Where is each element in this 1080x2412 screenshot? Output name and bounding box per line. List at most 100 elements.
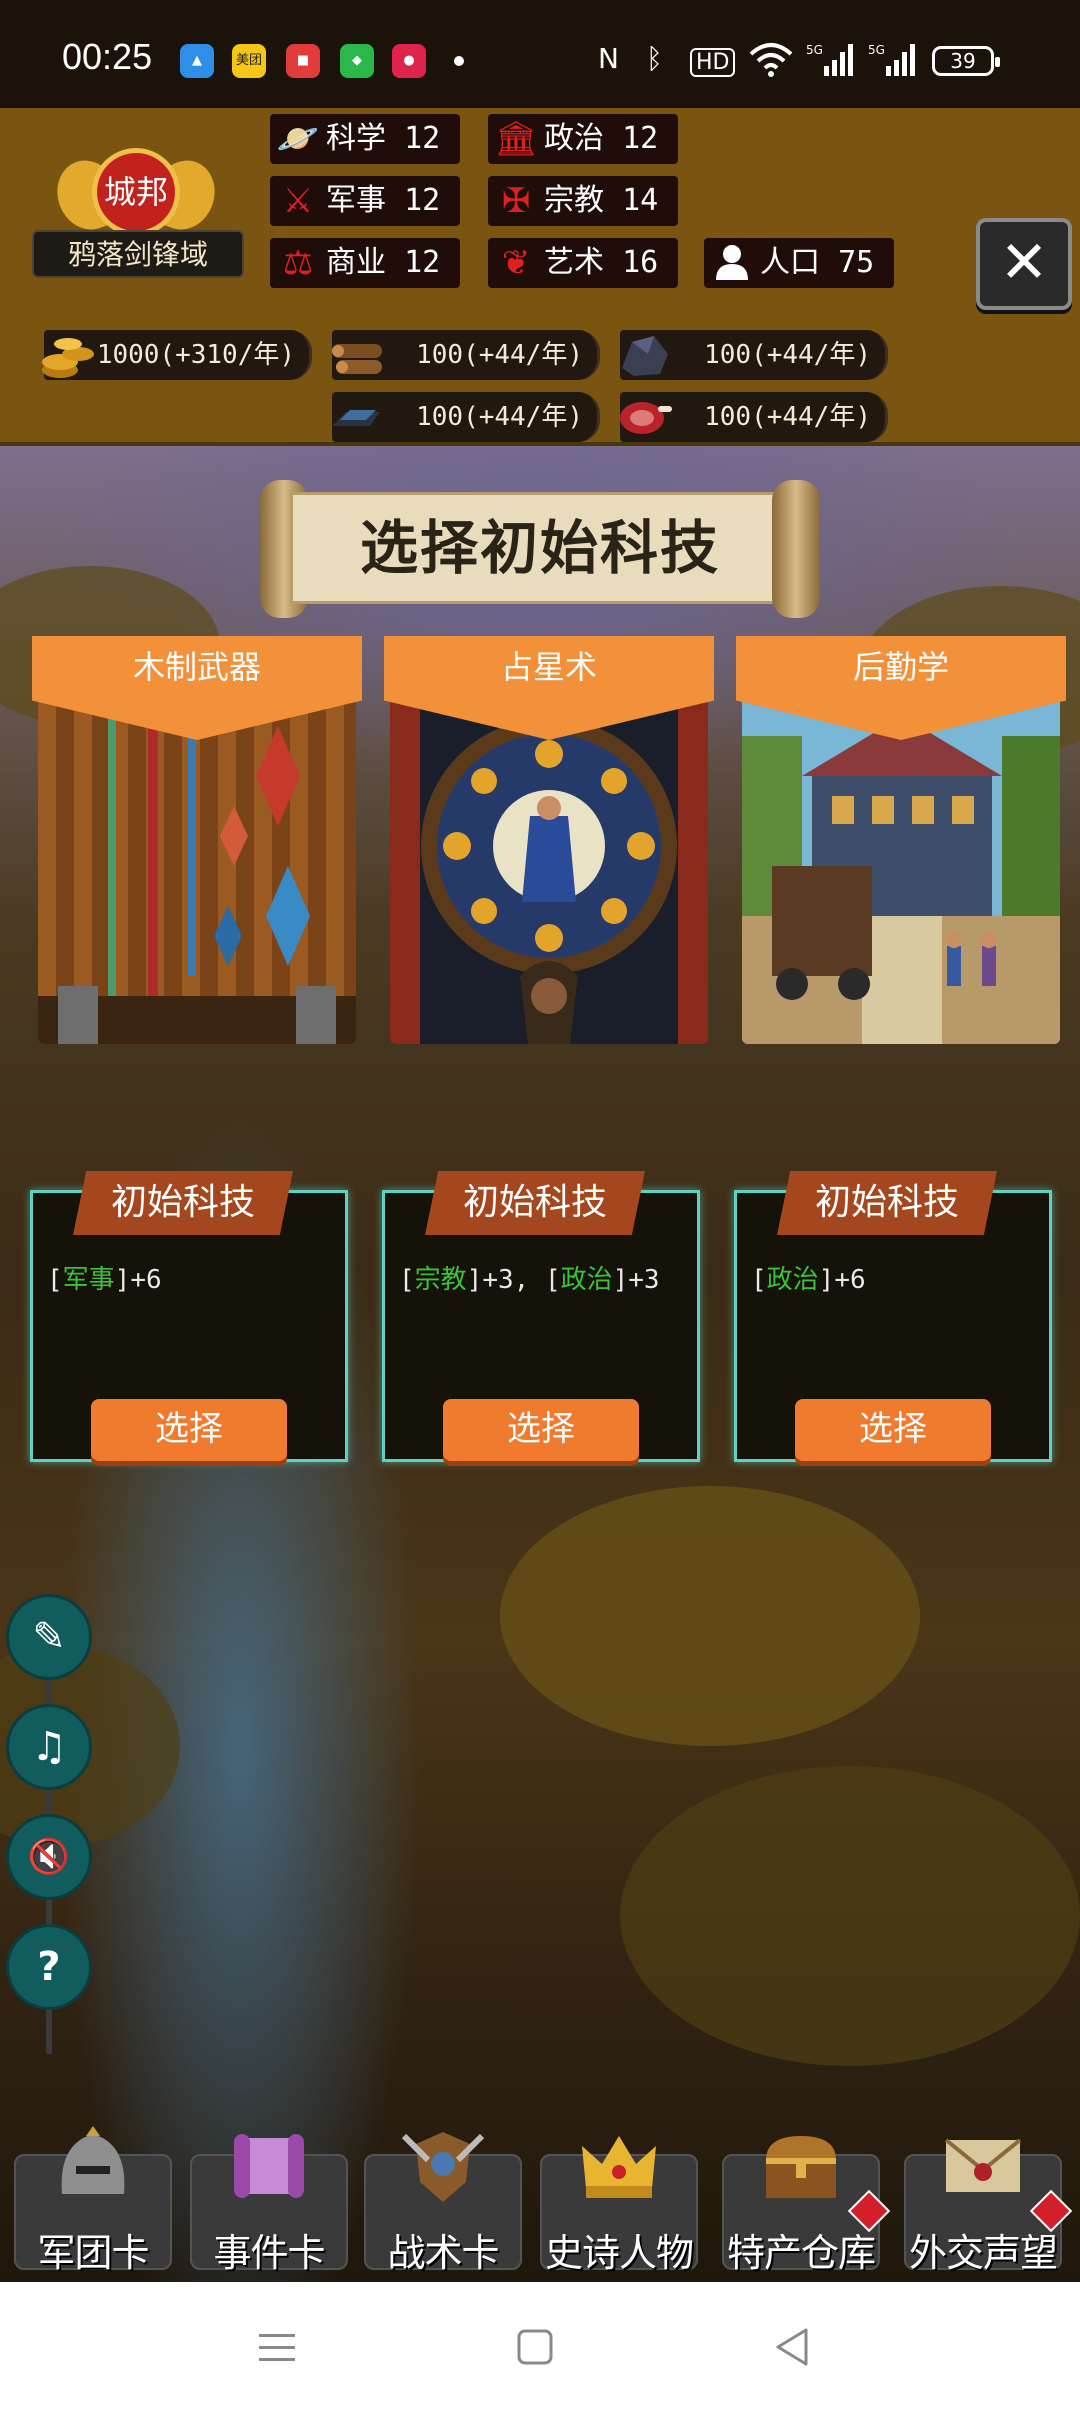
resource-value: 100(+44/年) bbox=[416, 402, 583, 432]
meituan-icon: 美团 bbox=[232, 44, 266, 78]
city-badge: 城邦 bbox=[47, 138, 225, 244]
scroll-quill-button[interactable]: ✎ bbox=[6, 1594, 92, 1680]
city-name: 鸦落剑锋域 bbox=[32, 230, 244, 278]
helmet-icon bbox=[48, 2124, 138, 2210]
shield-app-icon: ◆ bbox=[340, 44, 374, 78]
dock-label: 事件卡 bbox=[213, 2231, 325, 2275]
resource-value: 100(+44/年) bbox=[416, 340, 583, 370]
person-icon bbox=[710, 242, 754, 284]
tech-card-wooden-weapons[interactable]: 木制武器 bbox=[32, 636, 362, 1044]
planet-icon: 🪐 bbox=[276, 119, 320, 159]
stat-military: ⚔ 军事 12 bbox=[270, 176, 460, 226]
dock-diplomatic-prestige[interactable]: 外交声望 bbox=[904, 2124, 1073, 2275]
select-button[interactable]: 选择 bbox=[795, 1399, 991, 1461]
stat-value: 14 bbox=[622, 183, 659, 218]
stat-politics: 🏛 政治 12 bbox=[488, 114, 678, 164]
tech-card-astrology[interactable]: 占星术 bbox=[384, 636, 714, 1044]
effect-text: ]+6 bbox=[818, 1265, 866, 1295]
music-off-button[interactable]: ♫ bbox=[6, 1704, 92, 1790]
scenery bbox=[620, 1766, 1080, 2066]
stat-population: 人口 75 bbox=[704, 238, 894, 288]
tech-effect: [军事]+6 bbox=[47, 1259, 162, 1296]
stat-label: 政治 bbox=[544, 121, 604, 156]
crown-icon bbox=[574, 2124, 664, 2210]
tech-effect: [宗教]+3, [政治]+3 bbox=[399, 1259, 660, 1296]
sound-off-button[interactable]: 🔇 bbox=[6, 1814, 92, 1900]
select-button[interactable]: 选择 bbox=[91, 1399, 287, 1461]
effect-text: [ bbox=[399, 1265, 415, 1295]
dock-label: 战术卡 bbox=[387, 2231, 499, 2275]
logistics-art bbox=[742, 696, 1060, 1044]
sound-off-icon: 🔇 bbox=[27, 1837, 71, 1877]
scroll-quill-icon: ✎ bbox=[32, 1614, 66, 1660]
treasure-chest-icon bbox=[756, 2124, 846, 2210]
stat-value: 12 bbox=[622, 121, 659, 156]
dock-label: 特产仓库 bbox=[726, 2231, 876, 2275]
card-name: 占星术 bbox=[500, 648, 597, 686]
cross-icon: ✠ bbox=[501, 181, 531, 221]
stat-label: 艺术 bbox=[544, 245, 604, 280]
resource-value: 100(+44/年) bbox=[704, 402, 871, 432]
initial-tech-tag: 初始科技 bbox=[425, 1171, 645, 1235]
effect-text: [ bbox=[751, 1265, 767, 1295]
gold-coins-icon bbox=[38, 324, 100, 384]
back-icon[interactable] bbox=[758, 2312, 828, 2382]
wifi-icon bbox=[748, 42, 794, 85]
signal-5g-icon-2: 5G bbox=[868, 42, 916, 85]
effect-attribute: 宗教 bbox=[414, 1265, 467, 1295]
scenery bbox=[500, 1486, 920, 1746]
stone-ore-icon bbox=[614, 324, 676, 384]
effect-text: ]+3 bbox=[612, 1265, 660, 1295]
menu-icon[interactable] bbox=[242, 2312, 312, 2382]
dock-specialty-warehouse[interactable]: 特产仓库 bbox=[722, 2124, 891, 2275]
dock-epic-characters[interactable]: 史诗人物 bbox=[540, 2124, 698, 2275]
resource-value: 1000(+310/年) bbox=[96, 340, 295, 370]
effect-attribute: 政治 bbox=[560, 1265, 613, 1295]
wooden-weapons-art bbox=[38, 696, 356, 1044]
stat-value: 12 bbox=[404, 121, 441, 156]
panel-title: 选择初始科技 bbox=[290, 492, 790, 604]
initial-tech-tag: 初始科技 bbox=[777, 1171, 997, 1235]
effect-attribute: 军事 bbox=[62, 1265, 115, 1295]
astrology-art bbox=[390, 696, 708, 1044]
system-nav-bar bbox=[0, 2282, 1080, 2412]
dock-label: 军团卡 bbox=[37, 2231, 149, 2275]
wood-logs-icon bbox=[326, 324, 388, 384]
tech-card-logistics[interactable]: 后勤学 bbox=[736, 636, 1066, 1044]
dock-tactic-cards[interactable]: 战术卡 bbox=[364, 2124, 522, 2275]
effect-attribute: 政治 bbox=[766, 1265, 819, 1295]
stat-religion: ✠ 宗教 14 bbox=[488, 176, 678, 226]
scroll-roll-right bbox=[772, 480, 820, 618]
tech-effect: [政治]+6 bbox=[751, 1259, 866, 1296]
dock-legion-cards[interactable]: 军团卡 bbox=[14, 2124, 172, 2275]
resource-value: 100(+44/年) bbox=[704, 340, 871, 370]
dock-event-cards[interactable]: 事件卡 bbox=[190, 2124, 348, 2275]
resource-stone: 100(+44/年) bbox=[620, 330, 888, 380]
stat-label: 军事 bbox=[326, 183, 386, 218]
government-icon: 🏛 bbox=[494, 119, 538, 159]
iron-ingot-icon bbox=[326, 386, 388, 446]
stat-value: 12 bbox=[404, 245, 441, 280]
svg-text:5G: 5G bbox=[806, 43, 823, 57]
help-icon: ? bbox=[37, 1944, 61, 1990]
shield-axes-icon bbox=[398, 2124, 488, 2210]
stat-value: 75 bbox=[838, 245, 875, 280]
bluetooth-icon: ᛒ bbox=[646, 42, 663, 75]
sealed-letter-icon bbox=[938, 2124, 1028, 2210]
stat-art: ❦ 艺术 16 bbox=[488, 238, 678, 288]
resource-meat: 100(+44/年) bbox=[620, 392, 888, 442]
select-button[interactable]: 选择 bbox=[443, 1399, 639, 1461]
close-button[interactable]: ✕ bbox=[976, 218, 1072, 310]
stat-label: 人口 bbox=[760, 245, 820, 280]
tech-desc-panel-3: 初始科技 [政治]+6 选择 bbox=[734, 1171, 1052, 1462]
meat-icon bbox=[614, 386, 676, 446]
svg-text:5G: 5G bbox=[868, 43, 885, 57]
game-scene: 选择初始科技 木制武器 占星术 后勤学 初始科技 [军事]+6 选择 初始科技 … bbox=[0, 446, 1080, 2282]
battery-icon: 39 bbox=[932, 46, 1000, 76]
app-icon-5: ● bbox=[392, 44, 426, 78]
home-icon[interactable] bbox=[500, 2312, 570, 2382]
scroll-icon bbox=[224, 2124, 314, 2210]
crossed-swords-icon: ⚔ bbox=[282, 181, 314, 221]
help-button[interactable]: ? bbox=[6, 1924, 92, 2010]
notification-dot bbox=[454, 56, 464, 66]
